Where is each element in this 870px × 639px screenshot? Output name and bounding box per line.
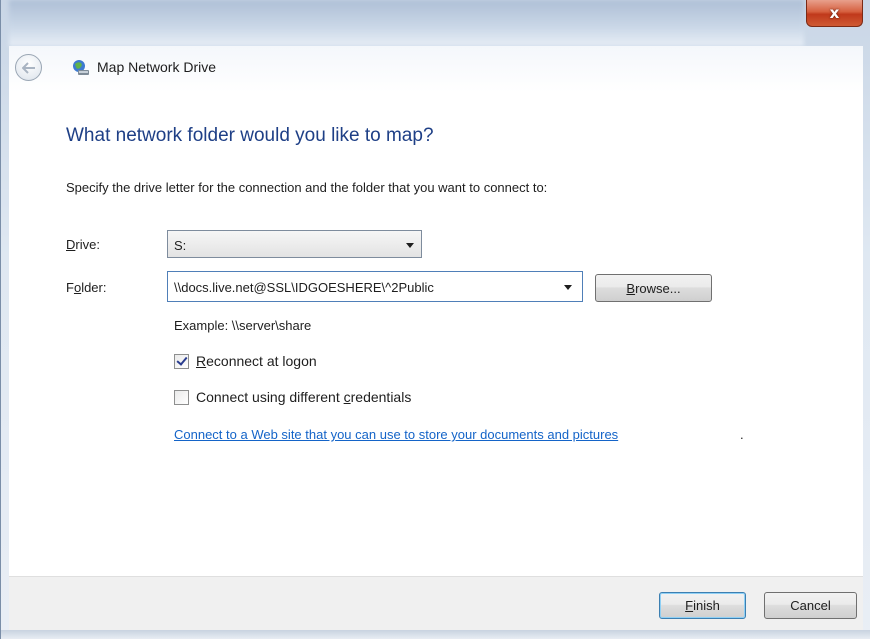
page-heading: What network folder would you like to ma… — [66, 125, 434, 146]
chevron-down-icon — [406, 243, 414, 248]
instructions-text: Specify the drive letter for the connect… — [66, 180, 548, 195]
drive-dropdown[interactable]: S: — [167, 230, 422, 258]
cancel-button[interactable]: Cancel — [764, 592, 857, 619]
back-button[interactable] — [15, 54, 42, 81]
dialog-title: Map Network Drive — [97, 59, 217, 75]
content-area — [9, 92, 863, 576]
folder-combobox[interactable]: \\docs.live.net@SSL\IDGOESHERE\^2Public — [167, 271, 583, 302]
background-edge — [1, 630, 870, 639]
finish-button[interactable]: Finish — [659, 592, 746, 619]
drive-label: Drive: — [66, 237, 100, 252]
network-drive-icon — [73, 60, 89, 75]
credentials-checkbox[interactable] — [174, 390, 189, 405]
example-text: Example: \\server\share — [174, 318, 312, 333]
dialog-window: x Map Network Drive What network folder … — [0, 0, 870, 639]
reconnect-label[interactable]: Reconnect at logon — [196, 353, 317, 369]
credentials-label[interactable]: Connect using different credentials — [196, 389, 411, 405]
folder-label: Folder: — [66, 280, 107, 295]
close-icon: x — [829, 4, 840, 22]
reconnect-checkbox[interactable] — [174, 354, 189, 369]
title-bar — [9, 0, 804, 46]
web-site-link[interactable]: Connect to a Web site that you can use t… — [174, 427, 618, 442]
chevron-down-icon[interactable] — [564, 285, 572, 290]
drive-value: S: — [174, 238, 187, 253]
link-period: . — [740, 427, 744, 442]
finish-label: Finish — [685, 598, 720, 613]
cancel-label: Cancel — [790, 598, 831, 613]
browse-label: Browse... — [626, 280, 681, 296]
folder-value: \\docs.live.net@SSL\IDGOESHERE\^2Public — [174, 280, 434, 295]
browse-button[interactable]: Browse... — [595, 274, 712, 302]
close-button[interactable]: x — [806, 0, 863, 27]
back-arrow-icon — [21, 61, 35, 74]
